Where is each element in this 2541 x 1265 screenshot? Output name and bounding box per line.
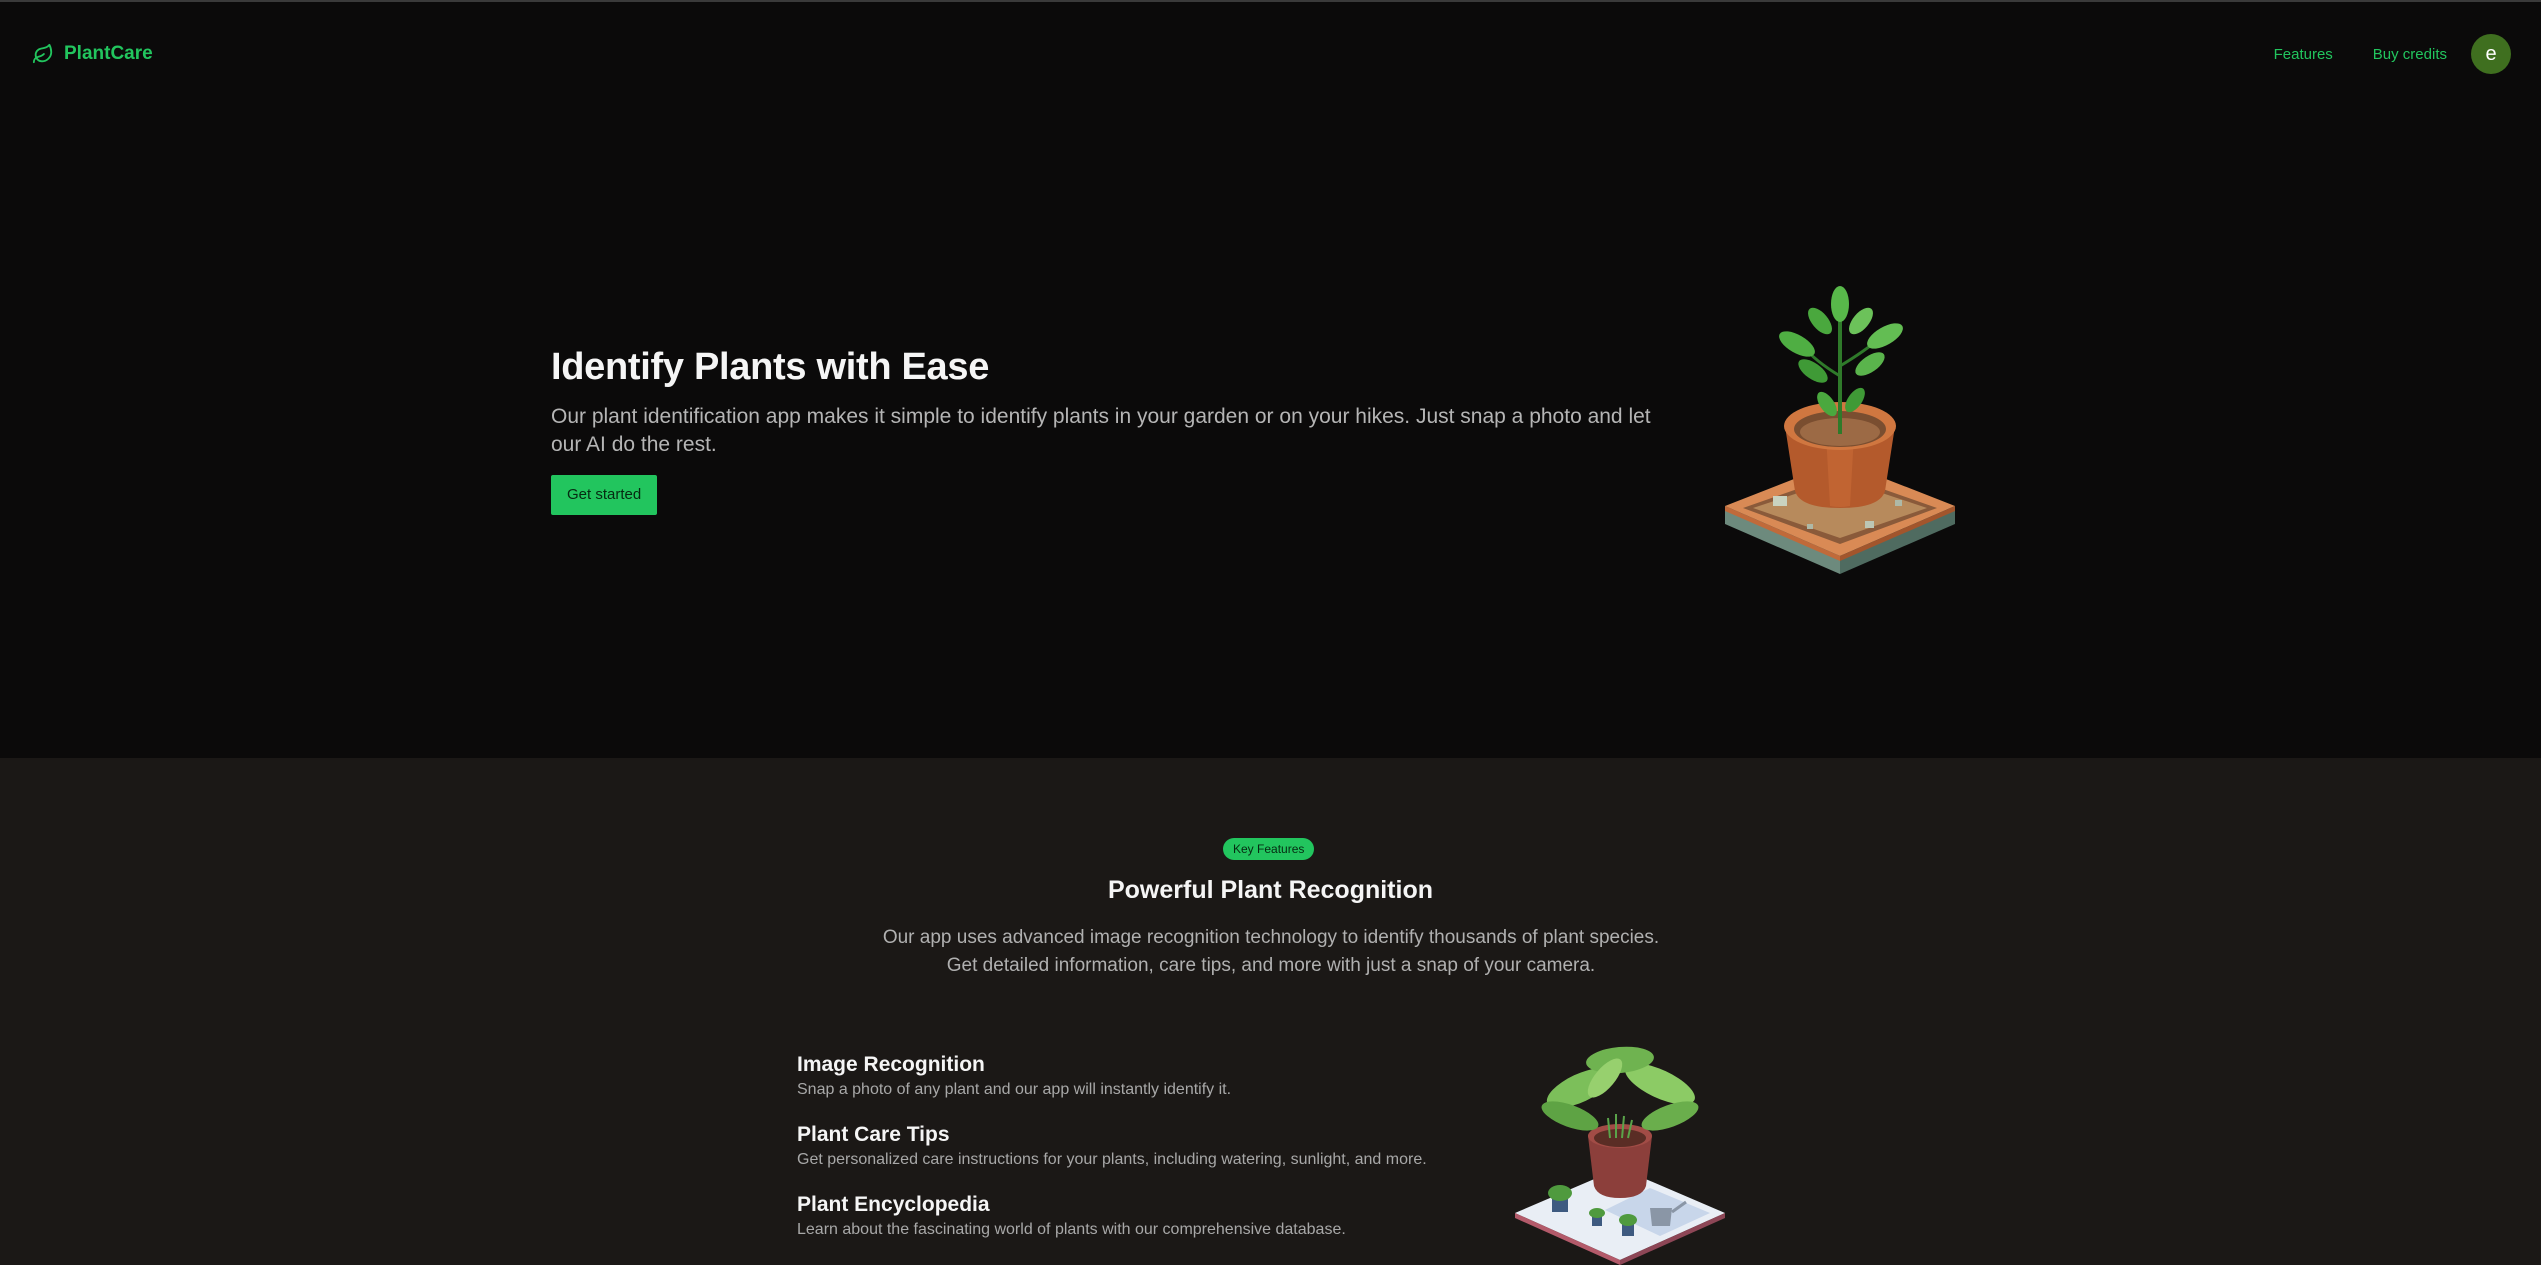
nav-link-features[interactable]: Features bbox=[2274, 46, 2333, 63]
hero-title: Identify Plants with Ease bbox=[551, 346, 990, 388]
features-description: Our app uses advanced image recognition … bbox=[882, 927, 1660, 976]
features-title: Powerful Plant Recognition bbox=[1107, 876, 1433, 904]
brand-name: PlantCare bbox=[64, 43, 153, 64]
site-header: PlantCare Features Buy credits e bbox=[0, 2, 2541, 106]
features-section: Key Features Powerful Plant Recognition … bbox=[0, 758, 2541, 1265]
potted-plant-illustration bbox=[1725, 286, 1955, 574]
avatar-initial: e bbox=[2485, 42, 2497, 65]
key-features-badge: Key Features bbox=[1223, 838, 1315, 860]
feature-description: Get personalized care instructions for y… bbox=[797, 1151, 1427, 1168]
potted-plant-garden-illustration bbox=[1515, 1046, 1725, 1265]
feature-item: Plant Care Tips Get personalized care in… bbox=[797, 1122, 1497, 1171]
feature-title: Plant Care Tips bbox=[797, 1123, 950, 1146]
hero-section: Identify Plants with Ease Our plant iden… bbox=[0, 106, 2541, 758]
feature-item: Plant Encyclopedia Learn about the fasci… bbox=[797, 1192, 1497, 1241]
get-started-button[interactable]: Get started bbox=[551, 475, 658, 515]
user-avatar[interactable]: e bbox=[2471, 34, 2511, 74]
brand-logo-link[interactable]: PlantCare bbox=[32, 43, 153, 65]
nav-link-buy-credits[interactable]: Buy credits bbox=[2373, 46, 2447, 63]
feature-description: Snap a photo of any plant and our app wi… bbox=[797, 1081, 1232, 1098]
hero-text: Identify Plants with Ease Our plant iden… bbox=[551, 346, 1661, 515]
leaf-icon bbox=[32, 43, 53, 64]
hero-description: Our plant identification app makes it si… bbox=[551, 405, 1651, 456]
feature-item: Image Recognition Snap a photo of any pl… bbox=[797, 1052, 1497, 1101]
feature-title: Image Recognition bbox=[797, 1053, 985, 1076]
feature-list: Image Recognition Snap a photo of any pl… bbox=[797, 1052, 1497, 1262]
main-nav: Features Buy credits e bbox=[2234, 34, 2511, 74]
feature-description: Learn about the fascinating world of pla… bbox=[797, 1221, 1346, 1238]
feature-title: Plant Encyclopedia bbox=[797, 1193, 990, 1216]
